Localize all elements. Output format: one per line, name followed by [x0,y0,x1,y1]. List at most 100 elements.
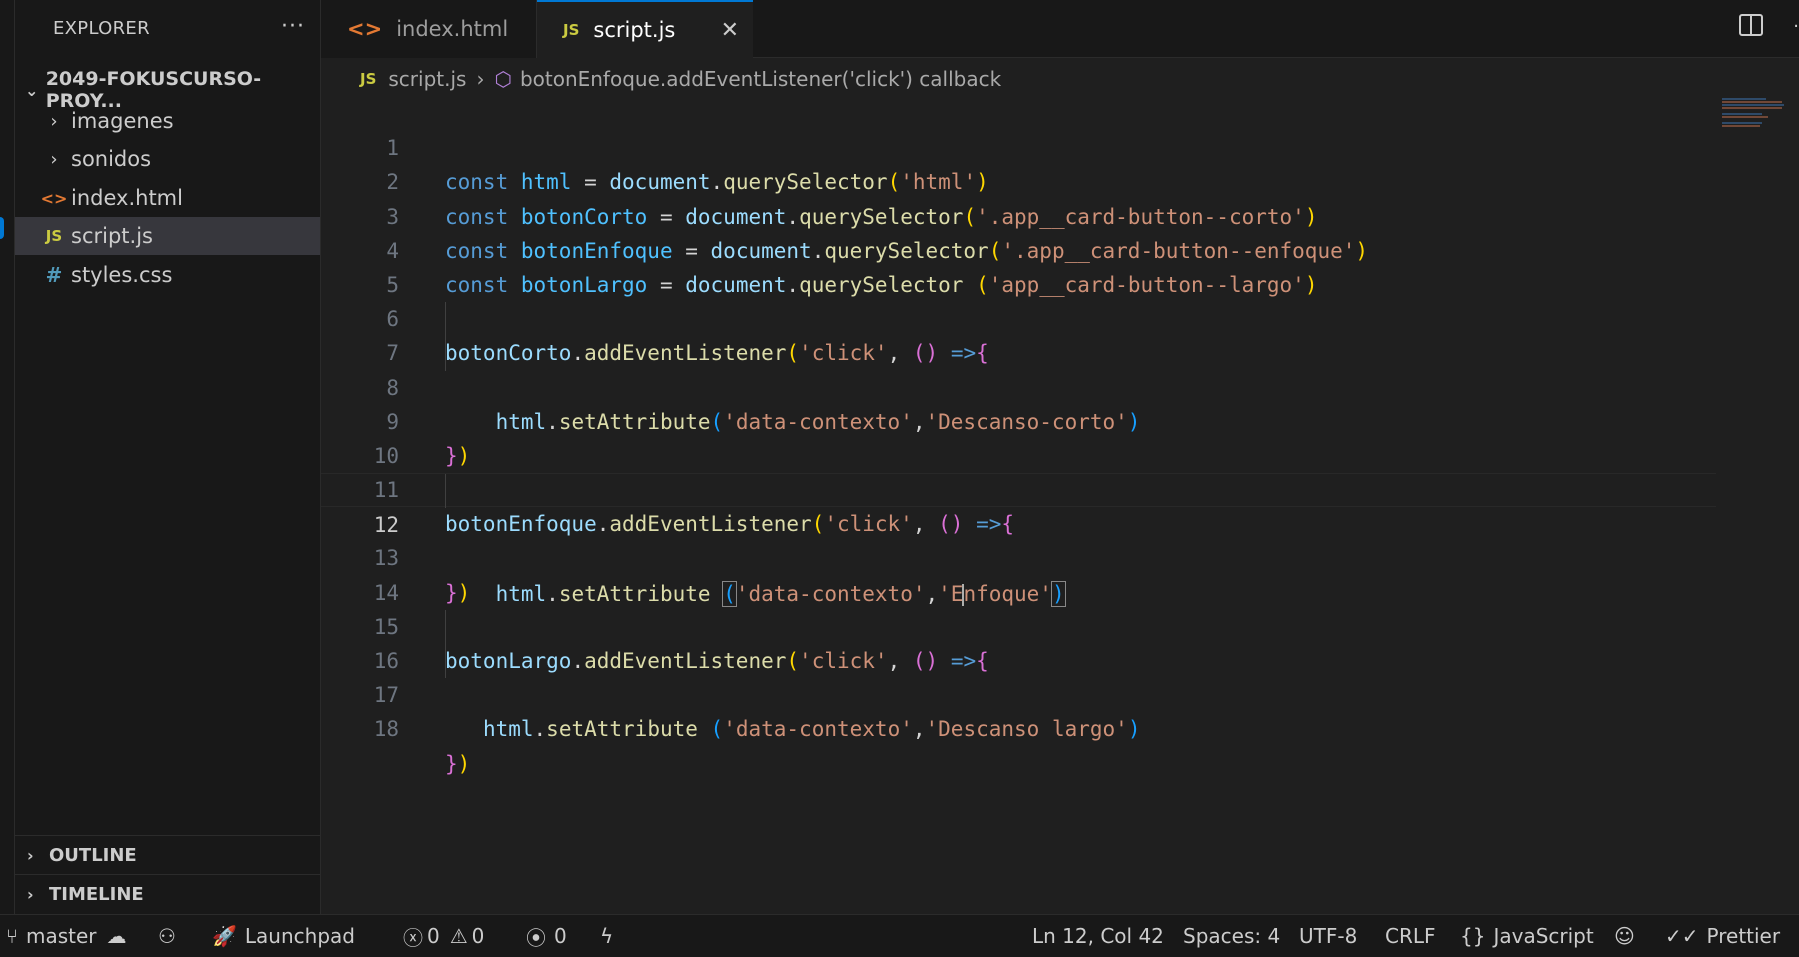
language-mode[interactable]: {} JavaScript [1460,915,1594,957]
code-line: 5 [321,234,1716,297]
chevron-right-icon: › [50,110,58,132]
tree-item-sonidos[interactable]: › sonidos [15,140,320,178]
more-actions-icon[interactable]: ··· [281,14,305,39]
eol-status[interactable]: CRLF [1385,915,1436,957]
minimap-line [1722,98,1766,100]
warning-icon: ⚠ [449,924,468,948]
code-line: 9 }) [321,371,1716,468]
git-compare-icon: ⚇ [158,924,176,948]
prettier-status[interactable]: ✓✓ Prettier [1665,915,1780,957]
launchpad-status[interactable]: 🚀 Launchpad [212,915,355,957]
code-line: 14 [321,541,1716,605]
cloud-sync-icon[interactable]: ☁ [107,924,127,948]
warning-count: 0 [471,924,485,948]
error-icon: ⓧ [403,925,423,950]
chevron-right-icon: › [27,845,34,865]
minimap[interactable] [1722,98,1788,138]
ports-status[interactable]: ⦿ 0 [526,915,567,957]
code-editor[interactable]: 1 const html = document.querySelector('h… [321,97,1716,776]
status-bar: ⑂ master ☁ ⚇ 🚀 Launchpad ⓧ 0 ⚠ 0 ⦿ 0 ϟ L… [0,914,1799,957]
tree-item-script-js[interactable]: JS script.js [15,217,320,255]
chevron-down-icon: ⌄ [25,80,39,100]
code-line: 11 botonEnfoque.addEventListener('click'… [321,439,1716,536]
close-icon[interactable]: ✕ [721,18,739,43]
indent-guide [445,474,446,509]
js-file-icon: JS [360,70,377,88]
code-line: 6 botonCorto.addEventListener('click', (… [321,268,1716,365]
minimap-line [1722,113,1762,115]
prettier-label: Prettier [1706,924,1781,948]
lightning-status[interactable]: ϟ [600,915,613,957]
checks-icon: ✓✓ [1665,924,1699,948]
minimap-line [1722,107,1782,109]
tree-item-imagenes[interactable]: › imagenes [15,102,320,140]
code-line: 2 const botonCorto = document.querySelec… [321,131,1716,228]
split-editor-icon[interactable] [1739,14,1763,36]
tree-item-label: sonidos [71,147,152,171]
timeline-section-header[interactable]: › TIMELINE [15,874,320,913]
problems-status[interactable]: ⓧ 0 ⚠ 0 [403,915,484,957]
html-file-icon: <> [347,17,383,41]
method-symbol-icon: ⬡ [494,67,512,91]
indentation-status[interactable]: Spaces: 4 [1183,915,1280,957]
code-line: 13 }) [321,507,1716,604]
breadcrumb-file[interactable]: script.js [388,67,466,91]
tab-label: script.js [593,18,676,42]
tree-item-label: script.js [71,224,153,248]
editor-tab-bar: <> index.html JS script.js ✕ · [321,0,1799,58]
code-line: 3 const botonEnfoque = document.querySel… [321,165,1716,263]
source-control-status[interactable]: ⚇ [158,915,176,957]
explorer-title: EXPLORER [53,18,150,39]
js-file-icon: JS [563,21,580,39]
code-line: 1 const html = document.querySelector('h… [321,97,1716,194]
language-label: JavaScript [1493,924,1594,948]
css-file-icon: # [45,263,63,287]
indent-guide [445,302,446,337]
indent-guide [445,336,446,371]
braces-icon: {} [1460,924,1486,948]
code-line: 4 const botonLargo = document.querySelec… [321,200,1716,297]
tab-script-js[interactable]: JS script.js ✕ [537,0,753,58]
copilot-status[interactable]: ☺ [1614,915,1635,957]
code-text: }) [445,751,471,776]
minimap-line [1722,122,1762,124]
branch-status[interactable]: ⑂ master ☁ [6,915,127,957]
ports-count: 0 [554,924,567,948]
code-text: html.setAttribute ('data-contexto','Desc… [482,717,1141,742]
tree-item-index-html[interactable]: <> index.html [15,179,320,217]
git-branch-icon: ⑂ [6,924,18,948]
error-count: 0 [427,924,440,948]
encoding-status[interactable]: UTF-8 [1299,915,1357,957]
rocket-icon: 🚀 [212,924,237,948]
code-line: 18 }) [321,678,1716,775]
chevron-right-icon: › [476,67,485,91]
broadcast-icon: ⦿ [526,925,546,950]
activity-bar-edge [0,0,15,914]
outline-section-header[interactable]: › OUTLINE [15,835,320,874]
tab-index-html[interactable]: <> index.html [321,0,537,58]
timeline-label: TIMELINE [49,883,144,905]
code-line: 10 [321,405,1716,468]
minimap-line [1722,125,1760,127]
copilot-icon: ☺ [1614,924,1635,948]
tab-label: index.html [396,17,509,41]
minimap-line [1722,104,1784,106]
tree-item-label: imagenes [71,109,174,133]
html-file-icon: <> [40,188,68,208]
code-line: 15 botonLargo.addEventListener('click', … [321,576,1716,673]
breadcrumb: JS script.js › ⬡ botonEnfoque.addEventLi… [360,67,1001,91]
breadcrumb-symbol[interactable]: botonEnfoque.addEventListener('click') c… [520,67,1001,91]
more-actions-icon[interactable]: · [1793,16,1799,37]
launchpad-label: Launchpad [244,924,355,948]
indent-guide [445,609,446,644]
lightning-icon: ϟ [600,924,614,948]
tree-item-styles-css[interactable]: # styles.css [15,256,320,294]
tree-item-label: styles.css [71,263,173,287]
tree-item-label: index.html [71,186,183,210]
cursor-position[interactable]: Ln 12, Col 42 [1032,915,1164,957]
branch-name: master [26,924,97,948]
code-line: 8 [321,336,1716,400]
indent-guide [445,644,446,679]
activity-indicator [0,217,4,239]
code-line-current: 12 html.setAttribute ('data-contexto','E… [321,473,1716,607]
